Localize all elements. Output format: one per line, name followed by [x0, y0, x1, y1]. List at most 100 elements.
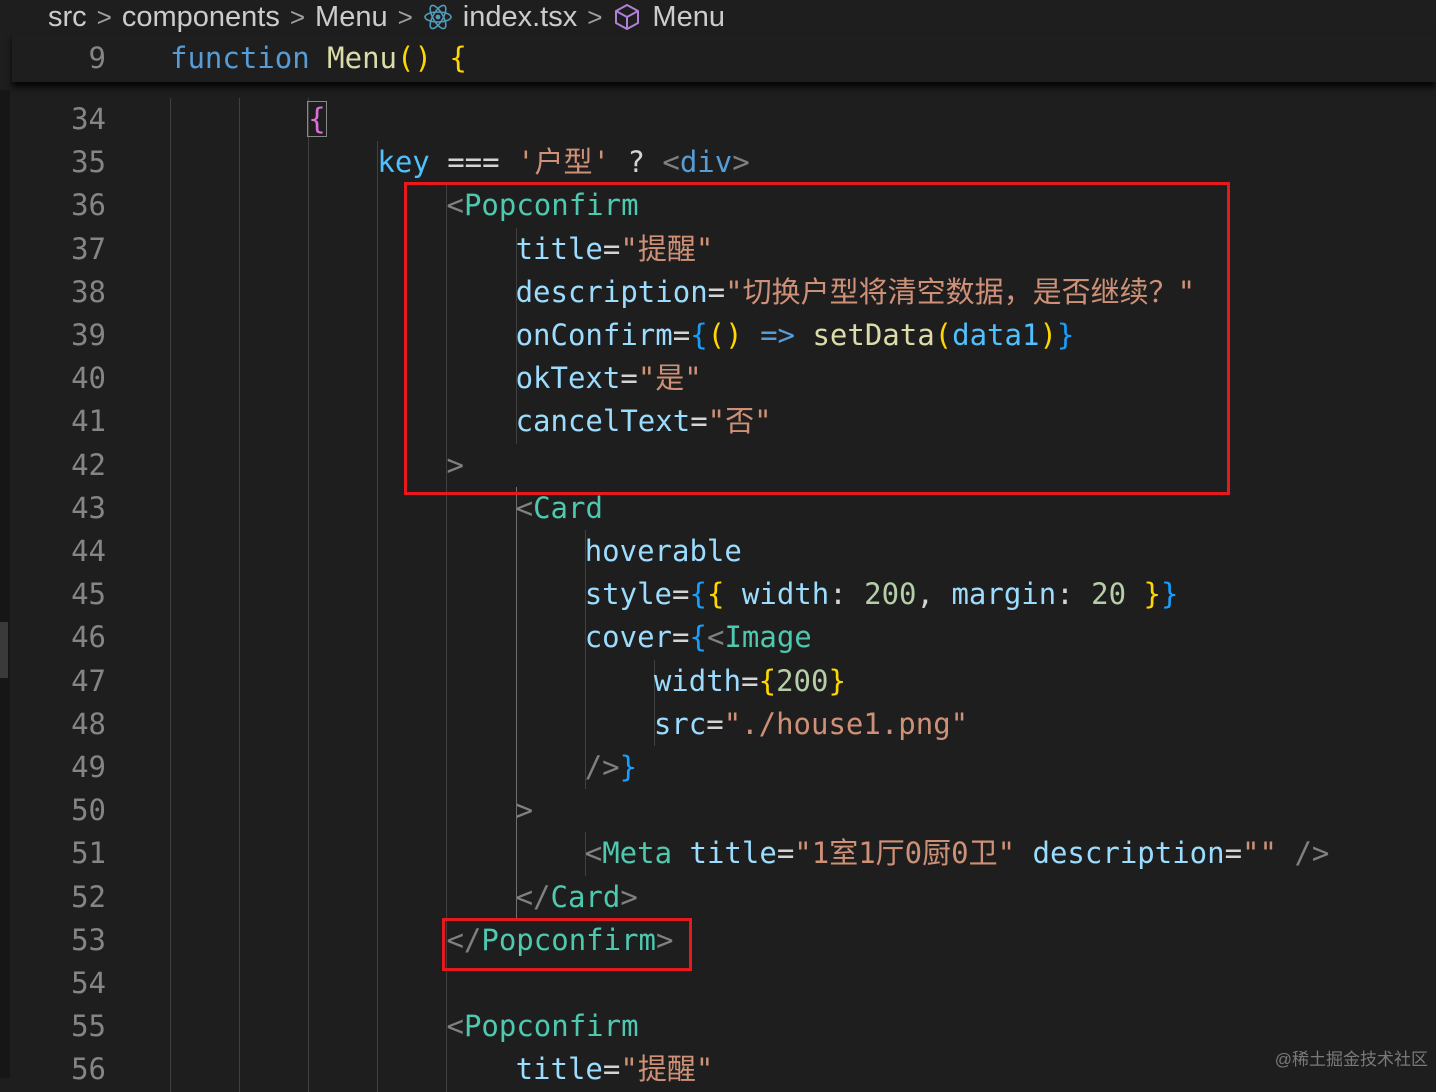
code-text: hoverable — [585, 530, 742, 573]
line-number: 53 — [71, 922, 106, 957]
line-number: 46 — [71, 620, 106, 655]
watermark: @稀土掘金技术社区 — [1274, 1050, 1428, 1069]
line-number: 51 — [71, 836, 106, 871]
code-token: < — [662, 145, 680, 180]
code-token: Image — [724, 620, 812, 655]
code-token: { — [758, 663, 777, 698]
code-token: src — [653, 706, 707, 741]
code-line[interactable]: 35 key === '户型' ? <div> — [12, 141, 1436, 184]
code-token: = — [672, 620, 690, 655]
line-number: 37 — [71, 231, 106, 266]
code-token: , — [916, 577, 952, 612]
code-token: } — [1143, 577, 1161, 612]
code-text: <Meta title="1室1厅0厨0卫" description="" /> — [585, 832, 1330, 875]
breadcrumb-separator: > — [587, 1, 603, 32]
code-token: ? — [609, 145, 663, 180]
code-line[interactable]: 49 />} — [12, 746, 1436, 789]
code-token: </ — [515, 879, 551, 914]
code-token: < — [584, 836, 603, 871]
code-text: width={200} — [654, 660, 846, 703]
code-line[interactable]: 34 { — [12, 98, 1436, 141]
code-token: === — [429, 145, 518, 180]
code-token: > — [620, 879, 638, 914]
line-number: 36 — [71, 188, 106, 223]
scrollbar-thumb[interactable] — [0, 622, 8, 678]
code-line[interactable]: 54 — [12, 962, 1436, 1005]
code-line[interactable]: 48 src="./house1.png" — [12, 703, 1436, 746]
code-line[interactable]: 55 <Popconfirm — [12, 1005, 1436, 1048]
code-token: title — [515, 1052, 603, 1087]
line-number: 52 — [71, 879, 106, 914]
code-token: cover — [584, 620, 673, 655]
code-line[interactable]: 47 width={200} — [12, 660, 1436, 703]
breadcrumb-label: index.tsx — [462, 0, 578, 33]
code-token: "1室1厅0厨0卫" — [794, 836, 1016, 871]
line-number: 55 — [71, 1009, 106, 1044]
line-number: 35 — [71, 145, 106, 180]
breadcrumb-item[interactable]: components — [122, 1, 280, 34]
code-token: < — [515, 490, 534, 525]
matched-bracket: { — [307, 101, 327, 137]
line-number: 54 — [71, 966, 106, 1000]
code-token: div — [679, 145, 733, 180]
code-token: < — [446, 1009, 464, 1044]
code-text: <Popconfirm — [446, 1005, 638, 1048]
editor-left-edge — [0, 90, 10, 1078]
code-line[interactable]: 44 hoverable — [12, 530, 1436, 573]
code-token: Card — [550, 879, 621, 914]
code-token: } — [619, 750, 638, 784]
code-token: /> — [1294, 836, 1330, 871]
code-line[interactable]: 52 </Card> — [12, 876, 1436, 919]
code-token: = — [1224, 836, 1243, 871]
line-number: 48 — [71, 706, 106, 741]
breadcrumb-separator: > — [96, 1, 112, 32]
code-token: function — [170, 41, 310, 75]
code-line[interactable]: 46 cover={<Image — [12, 616, 1436, 659]
code-token: = — [602, 1052, 621, 1087]
code-token: = — [776, 836, 795, 871]
code-token: 200 — [864, 577, 917, 612]
line-number: 44 — [71, 534, 106, 568]
code-token: "./house1.png" — [723, 706, 969, 741]
code-token: description — [1032, 836, 1225, 871]
code-token: > — [515, 793, 534, 828]
code-token: () — [397, 41, 432, 75]
code-token: = — [741, 663, 759, 698]
code-token: Card — [533, 490, 603, 525]
line-number: 40 — [71, 361, 106, 396]
breadcrumb-item[interactable]: src — [48, 1, 87, 34]
code-token: style — [584, 577, 673, 612]
code-text: style={{ width: 200, margin: 20 }} — [585, 573, 1179, 616]
line-number: 42 — [71, 447, 106, 482]
code-token: 200 — [776, 663, 829, 698]
breadcrumb-item[interactable]: Menu — [612, 1, 725, 34]
code-line[interactable]: 51 <Meta title="1室1厅0厨0卫" description="" … — [12, 832, 1436, 875]
code-token: : — [829, 577, 865, 612]
sticky-scroll-header[interactable]: 9 function Menu() { — [12, 34, 1436, 82]
sticky-code-line[interactable]: function Menu() { — [170, 34, 467, 82]
code-token: = — [706, 706, 724, 741]
breadcrumb-item[interactable]: Menu — [315, 1, 388, 34]
line-number: 39 — [71, 318, 106, 352]
code-token: } — [828, 663, 846, 698]
code-token: title — [689, 836, 777, 871]
code-token: { — [689, 577, 707, 612]
code-token: key — [377, 145, 430, 180]
code-text: > — [516, 789, 533, 832]
line-number: 38 — [71, 274, 106, 309]
react-icon — [423, 2, 453, 32]
breadcrumb-item[interactable]: index.tsx — [423, 1, 577, 34]
code-line[interactable]: 50 > — [12, 789, 1436, 832]
code-line[interactable]: 56 title="提醒" — [12, 1048, 1436, 1091]
code-line[interactable]: 45 style={{ width: 200, margin: 20 }} — [12, 573, 1436, 616]
code-text: cover={<Image — [585, 616, 812, 659]
code-line[interactable]: 53 </Popconfirm> — [12, 919, 1436, 962]
code-token: margin — [951, 577, 1057, 612]
breadcrumb-label: Menu — [315, 0, 388, 33]
line-number: 34 — [71, 102, 106, 136]
line-number: 43 — [71, 490, 106, 525]
